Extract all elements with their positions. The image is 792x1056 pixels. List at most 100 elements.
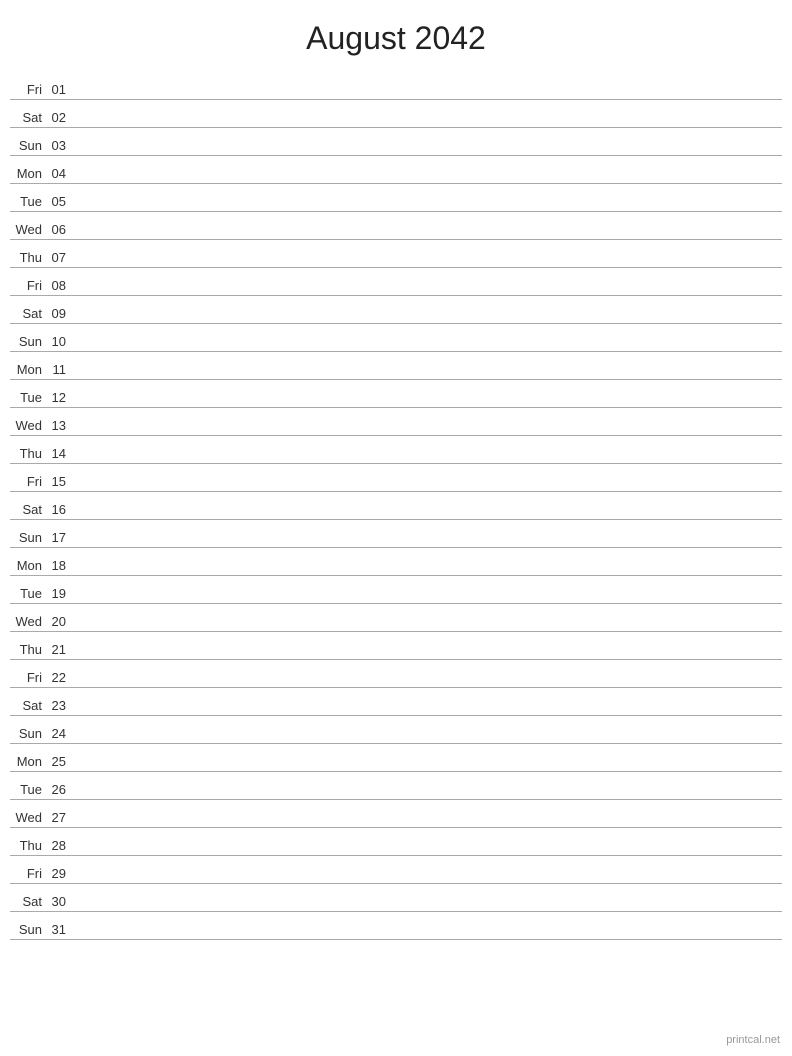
day-name: Sun (10, 138, 48, 153)
day-number: 17 (48, 530, 74, 545)
day-number: 12 (48, 390, 74, 405)
day-number: 01 (48, 82, 74, 97)
day-number: 27 (48, 810, 74, 825)
day-name: Sun (10, 334, 48, 349)
day-row: Sat23 (10, 688, 782, 716)
day-number: 13 (48, 418, 74, 433)
day-number: 26 (48, 782, 74, 797)
day-row: Wed06 (10, 212, 782, 240)
day-number: 19 (48, 586, 74, 601)
day-name: Mon (10, 362, 48, 377)
day-row: Fri15 (10, 464, 782, 492)
day-row: Thu07 (10, 240, 782, 268)
day-line (74, 152, 782, 153)
day-row: Sun17 (10, 520, 782, 548)
day-name: Thu (10, 642, 48, 657)
day-line (74, 908, 782, 909)
day-name: Sat (10, 306, 48, 321)
day-name: Tue (10, 390, 48, 405)
day-name: Fri (10, 670, 48, 685)
day-row: Mon18 (10, 548, 782, 576)
day-name: Fri (10, 866, 48, 881)
day-name: Wed (10, 418, 48, 433)
day-row: Thu28 (10, 828, 782, 856)
day-line (74, 516, 782, 517)
day-row: Wed20 (10, 604, 782, 632)
day-name: Tue (10, 194, 48, 209)
day-line (74, 936, 782, 937)
day-number: 18 (48, 558, 74, 573)
day-name: Sat (10, 894, 48, 909)
day-number: 24 (48, 726, 74, 741)
day-name: Mon (10, 166, 48, 181)
day-line (74, 376, 782, 377)
day-row: Sun03 (10, 128, 782, 156)
page-title: August 2042 (0, 0, 792, 72)
day-row: Mon04 (10, 156, 782, 184)
day-name: Mon (10, 754, 48, 769)
day-line (74, 880, 782, 881)
footer-text: printcal.net (726, 1034, 780, 1046)
day-number: 20 (48, 614, 74, 629)
day-line (74, 684, 782, 685)
day-name: Sat (10, 502, 48, 517)
day-name: Tue (10, 586, 48, 601)
day-name: Wed (10, 614, 48, 629)
day-number: 09 (48, 306, 74, 321)
day-number: 11 (48, 362, 74, 377)
day-line (74, 712, 782, 713)
day-name: Mon (10, 558, 48, 573)
day-number: 05 (48, 194, 74, 209)
day-name: Sun (10, 922, 48, 937)
day-row: Tue05 (10, 184, 782, 212)
day-line (74, 208, 782, 209)
day-name: Sun (10, 726, 48, 741)
day-number: 15 (48, 474, 74, 489)
day-row: Mon25 (10, 744, 782, 772)
day-line (74, 488, 782, 489)
day-row: Sat16 (10, 492, 782, 520)
day-row: Wed13 (10, 408, 782, 436)
day-number: 16 (48, 502, 74, 517)
day-line (74, 236, 782, 237)
day-name: Wed (10, 810, 48, 825)
day-line (74, 824, 782, 825)
day-name: Sat (10, 698, 48, 713)
day-number: 02 (48, 110, 74, 125)
day-row: Sat09 (10, 296, 782, 324)
day-line (74, 852, 782, 853)
day-number: 30 (48, 894, 74, 909)
day-name: Fri (10, 278, 48, 293)
day-name: Fri (10, 474, 48, 489)
day-row: Thu21 (10, 632, 782, 660)
calendar-list: Fri01Sat02Sun03Mon04Tue05Wed06Thu07Fri08… (0, 72, 792, 940)
day-number: 28 (48, 838, 74, 853)
day-line (74, 572, 782, 573)
day-number: 22 (48, 670, 74, 685)
day-name: Sat (10, 110, 48, 125)
day-line (74, 768, 782, 769)
day-name: Thu (10, 446, 48, 461)
day-line (74, 796, 782, 797)
day-line (74, 656, 782, 657)
day-line (74, 404, 782, 405)
day-number: 06 (48, 222, 74, 237)
day-line (74, 628, 782, 629)
day-line (74, 124, 782, 125)
day-line (74, 460, 782, 461)
day-number: 10 (48, 334, 74, 349)
day-line (74, 320, 782, 321)
day-number: 07 (48, 250, 74, 265)
day-row: Thu14 (10, 436, 782, 464)
day-row: Fri29 (10, 856, 782, 884)
day-row: Sun24 (10, 716, 782, 744)
day-row: Tue19 (10, 576, 782, 604)
day-name: Fri (10, 82, 48, 97)
day-name: Thu (10, 838, 48, 853)
day-line (74, 292, 782, 293)
day-number: 21 (48, 642, 74, 657)
day-line (74, 348, 782, 349)
day-row: Fri01 (10, 72, 782, 100)
day-row: Tue12 (10, 380, 782, 408)
day-row: Tue26 (10, 772, 782, 800)
